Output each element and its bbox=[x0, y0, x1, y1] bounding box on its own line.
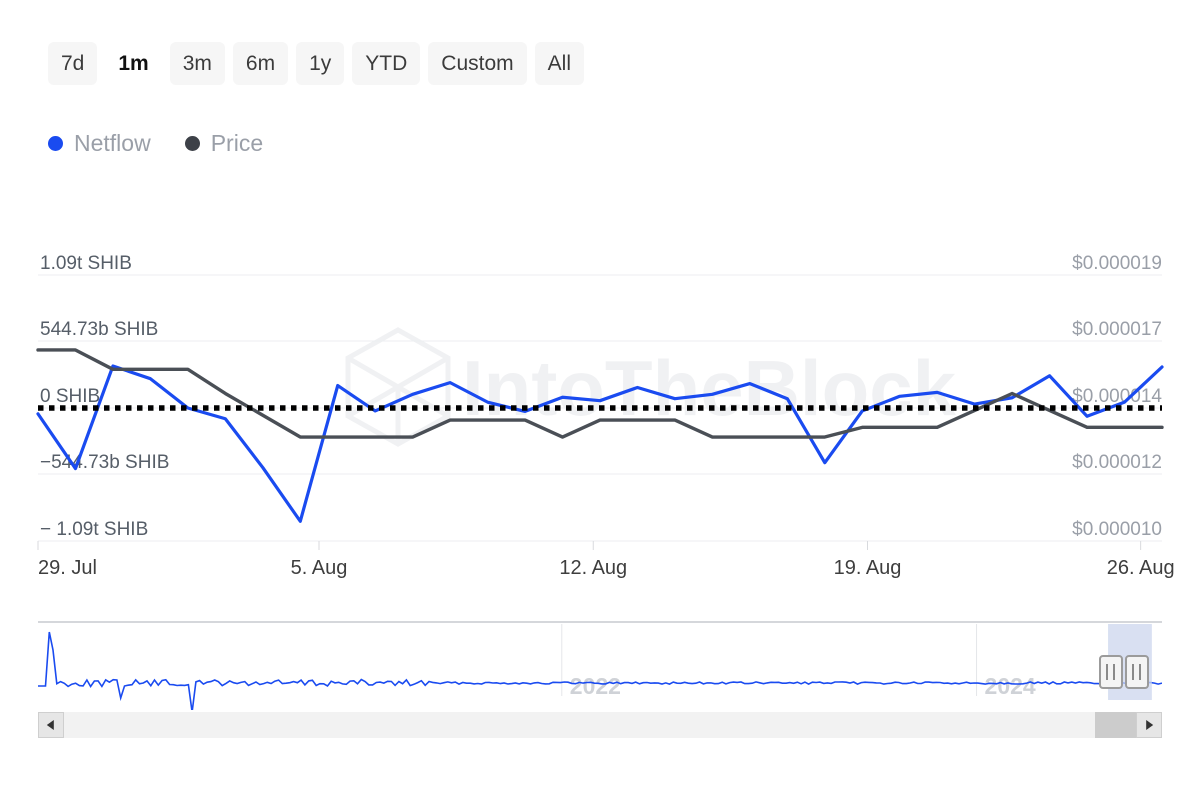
legend-dot-icon bbox=[185, 136, 200, 151]
chart-scrollbar[interactable] bbox=[38, 712, 1162, 738]
legend-dot-icon bbox=[48, 136, 63, 151]
right-axis-tick-label: $0.000012 bbox=[1072, 452, 1162, 473]
scrollbar-track[interactable] bbox=[38, 712, 1162, 738]
scrollbar-right-arrow-button[interactable] bbox=[1136, 712, 1162, 738]
x-axis-tick-label: 12. Aug bbox=[559, 557, 627, 579]
chevron-left-icon bbox=[47, 720, 54, 730]
navigator-year-labels: 2022 2024 bbox=[562, 624, 1036, 699]
x-axis-tick-label: 19. Aug bbox=[834, 557, 902, 579]
range-button-all[interactable]: All bbox=[535, 42, 584, 85]
right-axis-tick-label: $0.000019 bbox=[1072, 253, 1162, 274]
left-axis-tick-label: − 1.09t SHIB bbox=[40, 519, 148, 540]
navigator-svg: 2022 2024 bbox=[38, 620, 1162, 710]
right-axis-labels: $0.000019$0.000017$0.000014$0.000012$0.0… bbox=[1072, 253, 1162, 540]
right-axis-tick-label: $0.000017 bbox=[1072, 319, 1162, 340]
range-button-6m[interactable]: 6m bbox=[233, 42, 288, 85]
range-button-ytd[interactable]: YTD bbox=[352, 42, 420, 85]
chart-plot-area[interactable]: IntoTheBlock 1.09t SHIB 544.73b SHIB 0 SHI… bbox=[0, 230, 1200, 590]
chart-svg: IntoTheBlock 1.09t SHIB 544.73b SHIB 0 SHI… bbox=[0, 230, 1200, 590]
x-axis: 29. Jul 5. Aug 12. Aug 19. Aug 26. Aug bbox=[38, 541, 1175, 579]
navigator-year-label: 2024 bbox=[985, 673, 1036, 699]
legend-item-price[interactable]: Price bbox=[185, 132, 263, 155]
range-button-3m[interactable]: 3m bbox=[170, 42, 225, 85]
range-button-1y[interactable]: 1y bbox=[296, 42, 344, 85]
scrollbar-left-arrow-button[interactable] bbox=[38, 712, 64, 738]
chart-navigator[interactable]: 2022 2024 bbox=[38, 620, 1162, 710]
navigator-year-label: 2022 bbox=[570, 673, 621, 699]
x-axis-tick-label: 5. Aug bbox=[291, 557, 348, 579]
navigator-handle-left[interactable] bbox=[1100, 656, 1122, 688]
left-axis-tick-label: 0 SHIB bbox=[40, 386, 100, 407]
watermark-text: IntoTheBlock bbox=[462, 344, 957, 432]
x-axis-tick-label: 29. Jul bbox=[38, 557, 97, 579]
legend-label: Netflow bbox=[74, 132, 151, 155]
left-axis-tick-label: −544.73b SHIB bbox=[40, 452, 169, 473]
range-button-7d[interactable]: 7d bbox=[48, 42, 97, 85]
x-axis-tick-label: 26. Aug bbox=[1107, 557, 1175, 579]
left-axis-tick-label: 1.09t SHIB bbox=[40, 253, 132, 274]
legend-label: Price bbox=[211, 132, 263, 155]
right-axis-tick-label: $0.000010 bbox=[1072, 519, 1162, 540]
chevron-right-icon bbox=[1146, 720, 1153, 730]
chart-legend: Netflow Price bbox=[48, 132, 263, 155]
left-axis-labels: 1.09t SHIB 544.73b SHIB 0 SHIB −544.73b SHI… bbox=[40, 253, 169, 540]
navigator-handle-right[interactable] bbox=[1126, 656, 1148, 688]
range-button-custom[interactable]: Custom bbox=[428, 42, 526, 85]
left-axis-tick-label: 544.73b SHIB bbox=[40, 319, 158, 340]
range-button-1m[interactable]: 1m bbox=[105, 42, 161, 85]
range-selector: 7d1m3m6m1yYTDCustomAll bbox=[48, 42, 584, 85]
legend-item-netflow[interactable]: Netflow bbox=[48, 132, 151, 155]
